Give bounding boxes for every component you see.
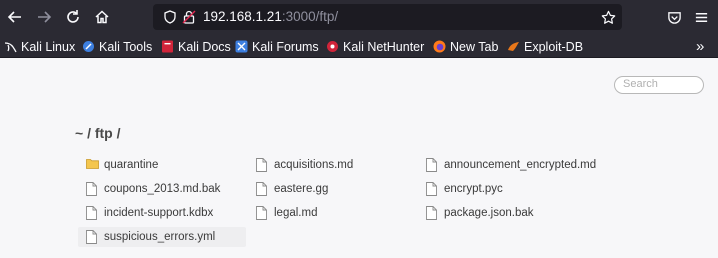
url-text[interactable]: 192.168.1.21:3000/ftp/ [203,9,338,24]
file-name: quarantine [104,159,159,171]
kali-tools-icon [82,40,95,53]
bookmark-label: Kali Docs [178,39,231,54]
search-input[interactable]: Search [614,76,704,94]
chevron-double-right-icon: » [696,38,705,55]
pocket-icon[interactable] [664,7,684,27]
exploit-db-icon [507,40,520,53]
file-list-item[interactable]: announcement_encrypted.md [418,155,596,175]
file-icon [426,206,438,220]
insecure-lock-icon[interactable] [179,7,199,27]
bookmark-label: Exploit-DB [524,39,584,54]
bookmark-kali-forums[interactable]: Kali Forums [235,38,319,55]
file-icon [426,158,438,172]
bookmark-label: Kali Forums [252,39,319,54]
file-list-item[interactable]: legal.md [248,203,317,223]
file-name: coupons_2013.md.bak [104,183,221,195]
file-icon [86,182,98,196]
bookmark-kali-tools[interactable]: Kali Tools [82,38,152,55]
file-list-item[interactable]: quarantine [78,155,158,175]
directory-heading: ~ / ftp / [75,125,121,141]
file-name: encrypt.pyc [444,183,503,195]
kali-nethunter-icon [326,40,339,53]
bookmark-exploit-db[interactable]: Exploit-DB [507,38,583,55]
bookmark-new-tab[interactable]: New Tab [433,38,498,55]
reload-icon[interactable] [63,7,83,27]
kali-forums-icon [235,40,248,53]
forward-icon[interactable] [34,7,54,27]
folder-icon [86,158,99,172]
file-name: announcement_encrypted.md [444,159,597,171]
kali-dragon-icon [4,40,17,53]
file-icon [426,182,438,196]
bookmark-star-icon[interactable] [598,7,618,27]
bookmark-kali-linux[interactable]: Kali Linux [4,38,75,55]
address-bar[interactable]: 192.168.1.21:3000/ftp/ [153,4,622,30]
file-list-item[interactable]: incident-support.kdbx [78,203,213,223]
menu-icon[interactable] [691,7,711,27]
bookmark-label: Kali Tools [99,39,153,54]
file-icon [256,158,268,172]
file-name: legal.md [274,207,318,219]
bookmark-kali-docs[interactable]: Kali Docs [161,38,231,55]
file-icon [86,206,98,220]
shield-icon[interactable] [160,7,180,27]
file-list-item[interactable]: suspicious_errors.yml [78,227,246,247]
file-list-item[interactable]: eastere.gg [248,179,328,199]
file-list-item[interactable]: encrypt.pyc [418,179,503,199]
file-name: eastere.gg [274,183,329,195]
file-icon [256,182,268,196]
url-path: :3000/ftp/ [281,9,339,24]
file-name: suspicious_errors.yml [104,231,216,243]
bookmarks-overflow-button[interactable]: » [696,38,704,55]
kali-docs-icon [161,40,174,53]
bookmark-label: New Tab [450,39,499,54]
file-icon [256,206,268,220]
firefox-icon [433,40,446,53]
file-list-item[interactable]: coupons_2013.md.bak [78,179,220,199]
url-host: 192.168.1.21 [203,9,282,24]
file-list-item[interactable]: acquisitions.md [248,155,353,175]
file-list-item[interactable]: package.json.bak [418,203,534,223]
bookmark-kali-nethunter[interactable]: Kali NetHunter [326,38,424,55]
back-icon[interactable] [5,7,25,27]
file-icon [86,230,98,244]
home-icon[interactable] [92,7,112,27]
page-content: Search ~ / ftp / quarantine acquisitions.… [0,58,718,258]
bookmark-label: Kali NetHunter [343,39,425,54]
file-name: incident-support.kdbx [104,207,214,219]
file-name: acquisitions.md [274,159,354,171]
file-name: package.json.bak [444,207,534,219]
bookmarks-bar: Kali Linux Kali Tools Kali Docs Kali For… [0,34,718,58]
browser-toolbar: 192.168.1.21:3000/ftp/ [0,0,718,34]
bookmark-label: Kali Linux [21,39,76,54]
